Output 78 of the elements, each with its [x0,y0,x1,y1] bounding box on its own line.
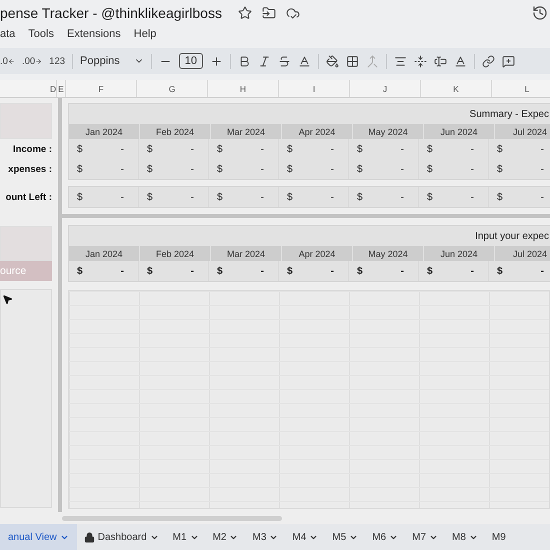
table-title: Input your expec [475,230,549,242]
month-header: Jun 2024 [424,246,495,261]
table-title: Summary - Expec [470,108,549,120]
font-size-field[interactable]: 10 [178,53,204,69]
month-header: Feb 2024 [140,124,211,139]
increase-decimal-button[interactable]: .00 [22,56,42,66]
table-cell: $ - [69,187,139,207]
table-cell: $ - [69,159,139,179]
table-cell: $ - [209,139,279,159]
month-header: Mar 2024 [211,246,282,261]
number-format-button[interactable]: 123 [49,56,66,66]
sheet-tab[interactable]: M6 [365,524,406,550]
month-header: Jul 2024 [495,246,550,261]
month-header: May 2024 [353,124,424,139]
column-header[interactable]: E [57,80,66,97]
month-header: Jul 2024 [495,124,550,139]
column-header[interactable]: J [350,80,421,97]
sheet-tab[interactable]: M5 [325,524,366,550]
table-cell: $ - [419,159,489,179]
menu-item[interactable]: Help [134,28,156,40]
table-cell: $ - [139,139,209,159]
table-cell: $ - [489,187,550,207]
month-header: Jun 2024 [424,124,495,139]
row-label: ount Left : [4,190,53,204]
table-cell: $ - [349,261,419,281]
table-cell: $ - [279,187,349,207]
row-label: xpenses : [7,162,53,176]
month-header: Feb 2024 [140,246,211,261]
table-cell: $ - [279,159,349,179]
table-cell: $ - [279,261,349,281]
table-cell: $ - [489,261,550,281]
table-cell: $ - [139,261,209,281]
sheet-tab[interactable]: M2 [206,524,246,550]
menu-item[interactable]: Tools [28,28,54,40]
table-cell: $ - [349,139,419,159]
table-cell: $ - [139,187,209,207]
menu-item[interactable]: Extensions [66,28,121,40]
sheet-tab[interactable]: M8 [445,524,485,550]
sheet-tab[interactable]: M7 [405,524,446,550]
month-header: Apr 2024 [282,124,353,139]
sheet-tab[interactable]: M3 [245,524,286,550]
table-cell: $ - [419,261,489,281]
table-cell: $ - [69,139,139,159]
column-header[interactable]: H [208,80,279,97]
month-header: Apr 2024 [282,246,353,261]
table-cell: $ - [209,187,279,207]
table-cell: $ - [279,139,349,159]
table-cell: $ - [139,159,209,179]
document-title: pense Tracker - @thinklikeagirlboss [0,5,222,21]
sheet-tab[interactable]: M4 [285,524,326,550]
column-header[interactable]: F [66,80,137,97]
sheet-tab[interactable]: M1 [166,524,206,550]
table-cell: $ - [419,139,489,159]
month-header: Jan 2024 [69,246,140,261]
sheet-tab[interactable]: Dashboard [76,524,166,550]
month-header: May 2024 [353,246,424,261]
month-header: Mar 2024 [211,124,282,139]
column-header[interactable]: D [50,80,57,97]
column-header[interactable]: I [279,80,350,97]
table-cell: $ - [489,139,550,159]
sheet-tab[interactable]: anual View [0,524,77,550]
month-header: Jan 2024 [69,124,140,139]
table-cell: $ - [419,187,489,207]
font-dropdown[interactable]: Poppins [80,55,144,67]
row-label: Income : [12,142,53,156]
sheet-tab[interactable]: M9 [484,524,513,550]
table-cell: $ - [349,187,419,207]
table-cell: $ - [349,159,419,179]
column-header[interactable]: L [492,80,550,97]
row-label: ource [0,261,52,281]
menu-item[interactable]: ata [0,28,16,40]
table-cell: $ - [209,159,279,179]
column-header[interactable]: G [137,80,208,97]
table-cell: $ - [209,261,279,281]
decrease-decimal-button[interactable]: .0 [0,56,15,66]
table-cell: $ - [489,159,550,179]
column-header[interactable]: K [421,80,492,97]
table-cell: $ - [69,261,139,281]
